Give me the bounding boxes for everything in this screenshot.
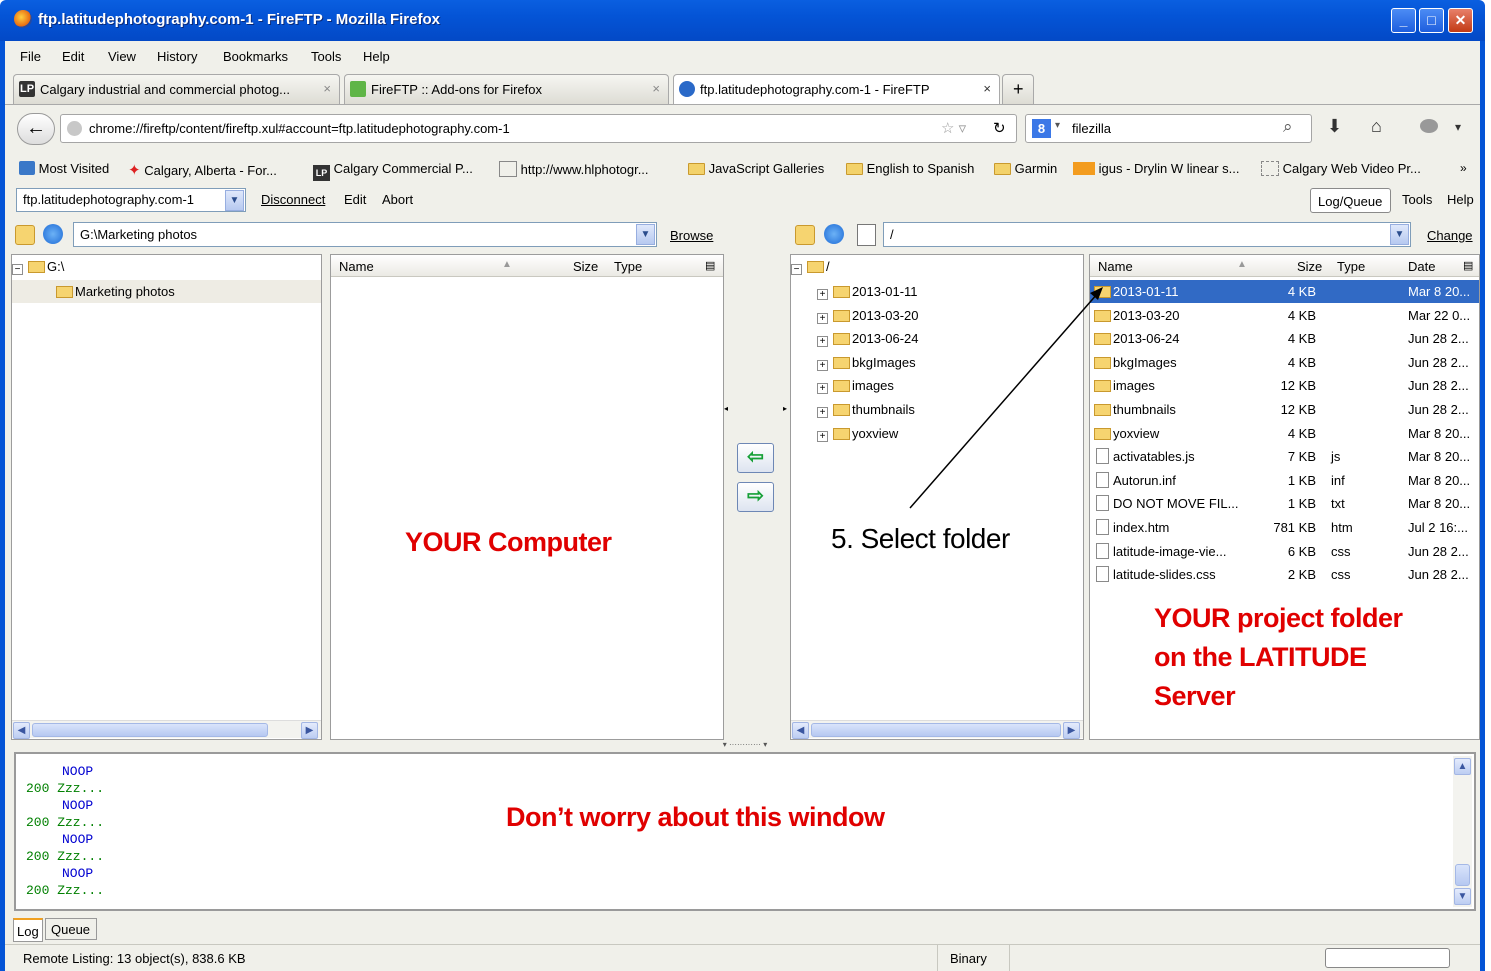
log-vscroll[interactable]: ▲ ▼ — [1453, 756, 1472, 907]
scroll-thumb[interactable] — [1455, 864, 1470, 886]
horizontal-splitter[interactable]: ▾ ············ ▾ — [670, 740, 820, 749]
transfer-mode: Binary — [950, 951, 987, 966]
log-line: 200 Zzz... — [26, 815, 105, 830]
log-line: NOOP — [62, 832, 94, 847]
scroll-down-icon[interactable]: ▼ — [1454, 888, 1471, 905]
log-line: NOOP — [62, 798, 94, 813]
status-text: Remote Listing: 13 object(s), 838.6 KB — [23, 951, 246, 966]
log-pane: NOOP 200 Zzz... NOOP 200 Zzz... NOOP 200 Zzz.… — [14, 752, 1476, 911]
tab-log[interactable]: Log — [13, 918, 43, 942]
log-line: 200 Zzz... — [26, 849, 105, 864]
scroll-up-icon[interactable]: ▲ — [1454, 758, 1471, 775]
annotation-log: Don’t worry about this window — [506, 802, 885, 832]
progress-box — [1325, 948, 1450, 968]
log-line: 200 Zzz... — [26, 883, 105, 898]
log-line: NOOP — [62, 764, 94, 779]
log-line: NOOP — [62, 866, 94, 881]
log-line: 200 Zzz... — [26, 781, 105, 796]
status-divider — [1009, 945, 1010, 971]
status-bar: Remote Listing: 13 object(s), 838.6 KB B… — [5, 944, 1480, 971]
status-divider — [937, 945, 938, 971]
tab-queue[interactable]: Queue — [45, 918, 97, 940]
log-lines: NOOP 200 Zzz... NOOP 200 Zzz... NOOP 200 Zzz.… — [26, 763, 104, 899]
